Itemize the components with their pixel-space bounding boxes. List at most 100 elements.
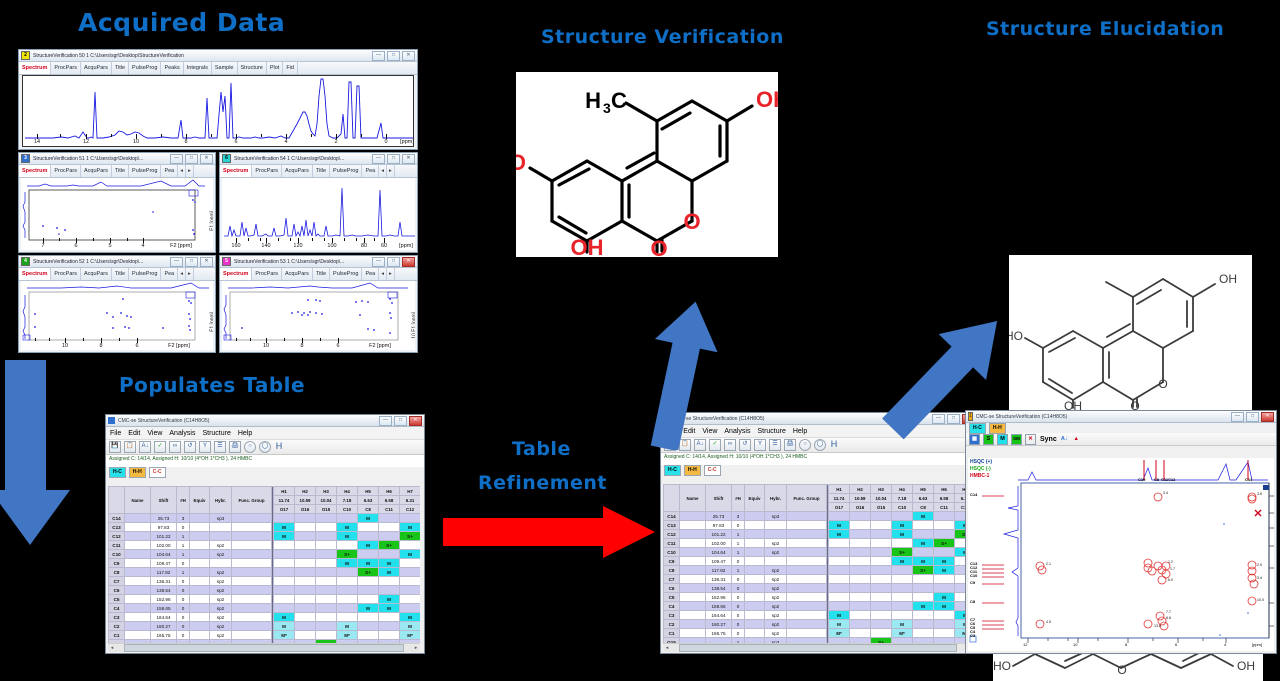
window-titlebar[interactable]: 5 StructureVerification 53 1 C:\Users\sg… (220, 256, 417, 268)
h-atom-icon[interactable]: H (274, 442, 284, 452)
cell-correlation[interactable]: M (357, 513, 379, 523)
cell-correlation[interactable] (294, 531, 316, 541)
window-titlebar[interactable]: 3 StructureVerification 51 1 C:\Users\sg… (19, 153, 215, 165)
cell-nh[interactable]: 0 (176, 522, 190, 532)
minimize-icon[interactable]: — (372, 153, 385, 164)
cell-correlation[interactable] (912, 529, 934, 539)
table-row[interactable]: C2 160.270 sp2 M M M (108, 621, 420, 631)
cmc-table-container-left[interactable]: Name Shift #H Equiv Hybr. Func. Group H1 H2 H3 H4… (108, 486, 420, 643)
spectrum-window-52[interactable]: 4 StructureVerification 52 1 C:\Users\sg… (18, 255, 216, 353)
col-proton-h2[interactable]: H2 (849, 484, 871, 494)
cell-correlation[interactable]: S+ (933, 538, 955, 548)
cell-correlation[interactable]: M (273, 621, 295, 631)
cell-nh[interactable]: 0 (176, 576, 190, 586)
cell-correlation[interactable] (870, 619, 892, 629)
cell-nh[interactable]: 1 (176, 540, 190, 550)
cell-name[interactable] (124, 513, 151, 523)
cell-func-group[interactable] (786, 601, 827, 611)
clear-icon[interactable]: ✕ (1025, 433, 1036, 445)
cell-correlation[interactable]: M (399, 522, 420, 532)
close-icon[interactable]: ✕ (409, 415, 422, 426)
cell-name[interactable] (679, 583, 706, 593)
cell-shift[interactable]: 158.65 (150, 603, 177, 613)
row-label[interactable]: C4 (108, 603, 125, 613)
cell-nh[interactable]: 0 (176, 594, 190, 604)
spectrum-plot-2d-51[interactable]: 7 6 5 4 F2 [ppm] F1 [ppm] (21, 178, 213, 250)
cell-correlation[interactable] (378, 576, 400, 586)
row-label[interactable]: C2 (663, 619, 680, 629)
table-row[interactable]: C1 165.750 sp2 M* M* M* (108, 630, 420, 640)
cell-name[interactable] (679, 610, 706, 620)
tab-procpars[interactable]: ProcPars (252, 268, 282, 280)
tab-plot[interactable]: Plot (267, 62, 284, 74)
cell-correlation[interactable] (273, 513, 295, 523)
cell-correlation[interactable]: S+ (378, 540, 400, 550)
cell-correlation[interactable] (357, 576, 379, 586)
cell-name[interactable] (124, 540, 151, 550)
cell-correlation[interactable]: S+ (357, 567, 379, 577)
row-label[interactable]: C7 (108, 576, 125, 586)
cell-correlation[interactable]: M (336, 522, 358, 532)
table-row[interactable]: C6 138.54 0 sp2 (108, 585, 420, 595)
table-row[interactable]: C8117.821sp2S+MM (663, 565, 973, 575)
close-icon[interactable]: ✕ (402, 153, 415, 164)
cell-correlation[interactable]: M (891, 529, 913, 539)
table-row[interactable]: C7136.310sp2M (663, 574, 973, 584)
maximize-icon[interactable]: □ (387, 153, 400, 164)
cell-correlation[interactable]: M (378, 558, 400, 568)
molecule-icon[interactable]: Y (199, 441, 211, 453)
row-label[interactable]: C1 (663, 628, 680, 638)
cell-equiv[interactable] (189, 549, 210, 559)
print-icon[interactable]: 🖨 (784, 439, 796, 451)
table-row[interactable]: C1397.830MMM (663, 520, 973, 530)
tab-hc[interactable]: H-C (664, 465, 681, 476)
cell-correlation[interactable] (315, 531, 337, 541)
table-row[interactable]: C6 138.54 0 sp2 (663, 583, 973, 593)
window-controls[interactable]: — □ ✕ (170, 256, 213, 267)
sort-icon[interactable]: A↓ (139, 441, 151, 453)
row-label[interactable]: C6 (108, 585, 125, 595)
cell-func-group[interactable] (231, 612, 272, 622)
cell-equiv[interactable] (744, 538, 765, 548)
list-icon[interactable]: ☰ (769, 439, 781, 451)
cell-func-group[interactable] (786, 538, 827, 548)
cell-correlation[interactable] (273, 603, 295, 613)
table-row[interactable]: C9109.470MMMM (663, 556, 973, 566)
cell-correlation[interactable] (294, 522, 316, 532)
window-controls[interactable]: — □ ✕ (372, 153, 415, 164)
cell-equiv[interactable] (744, 592, 765, 602)
cell-shift[interactable]: 97.83 (705, 520, 732, 530)
cell-equiv[interactable] (189, 540, 210, 550)
col-hybr-[interactable]: Hybr. (764, 484, 787, 512)
cell-correlation[interactable]: M* (399, 630, 420, 640)
cell-nh[interactable]: 0 (731, 610, 745, 620)
cell-hybr[interactable]: sp2 (209, 603, 232, 613)
cell-name[interactable] (124, 603, 151, 613)
cell-correlation[interactable]: M (273, 612, 295, 622)
cell-correlation[interactable] (870, 601, 892, 611)
row-label[interactable]: C13 (663, 520, 680, 530)
cell-correlation[interactable] (399, 603, 420, 613)
cell-correlation[interactable] (849, 520, 871, 530)
cell-equiv[interactable] (189, 585, 210, 595)
cell-hybr[interactable]: sp2 (209, 585, 232, 595)
cell-shift[interactable]: 117.82 (150, 567, 177, 577)
cell-func-group[interactable] (786, 520, 827, 530)
cell-correlation[interactable] (933, 529, 955, 539)
tab-scroll-left-icon[interactable]: ◂ (379, 165, 387, 177)
cell-hybr[interactable]: sp2 (764, 565, 787, 575)
cell-correlation[interactable] (870, 628, 892, 638)
cell-correlation[interactable] (336, 567, 358, 577)
cell-equiv[interactable] (189, 594, 210, 604)
cell-shift[interactable]: 97.83 (150, 522, 177, 532)
cell-correlation[interactable] (273, 549, 295, 559)
scroll-left-icon[interactable]: ◂ (108, 645, 116, 651)
cell-func-group[interactable] (231, 549, 272, 559)
scrollbar-thumb[interactable] (124, 644, 404, 652)
cell-correlation[interactable] (357, 612, 379, 622)
spectrum-window-51[interactable]: 3 StructureVerification 51 1 C:\Users\sg… (18, 152, 216, 253)
cell-correlation[interactable]: M (912, 538, 934, 548)
table-hscrollbar-right[interactable]: ◂ ▸ (663, 643, 973, 652)
refresh-icon[interactable]: ↺ (184, 441, 196, 453)
cell-correlation[interactable]: M (912, 601, 934, 611)
